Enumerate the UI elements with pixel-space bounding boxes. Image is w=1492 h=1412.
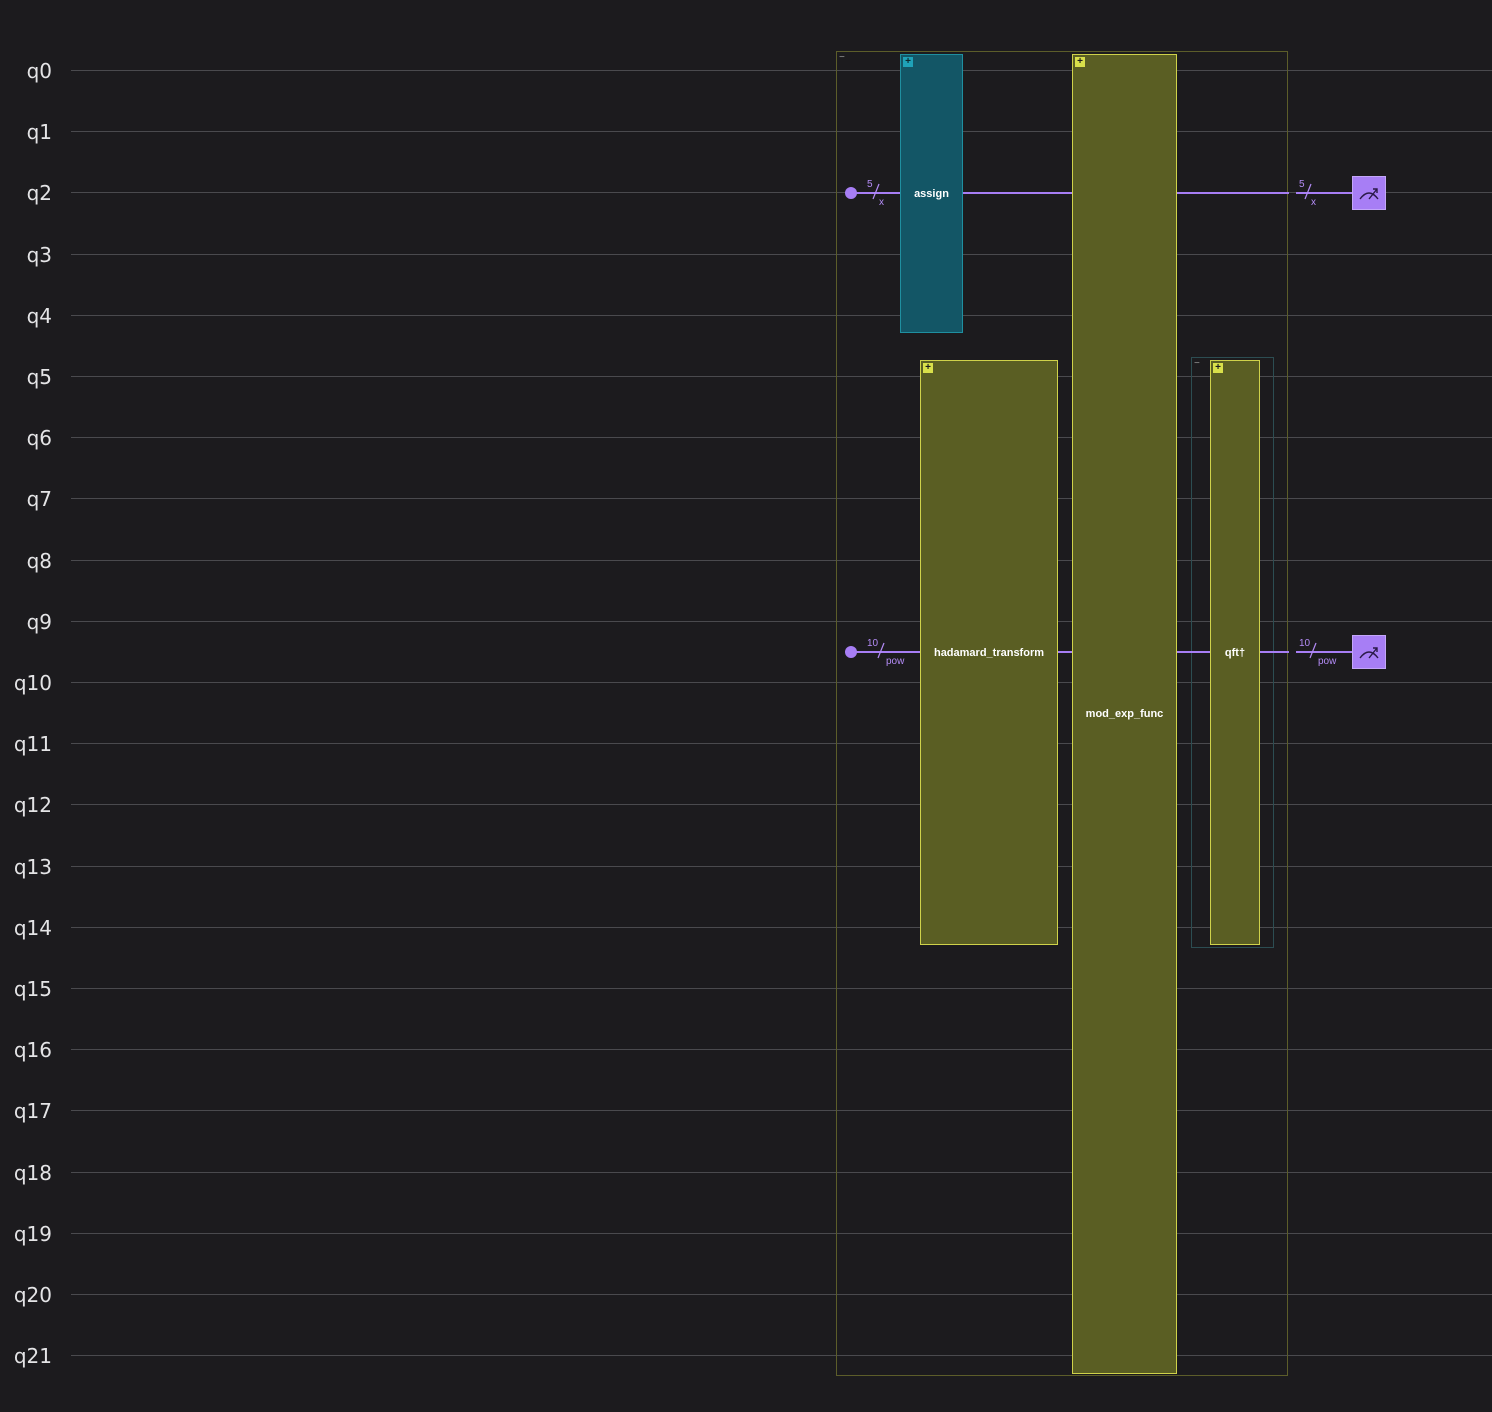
- register-width-pow-in: 10: [867, 638, 879, 649]
- gate-expand-button[interactable]: +: [903, 57, 913, 67]
- measure-gate-x[interactable]: [1352, 176, 1386, 210]
- measure-gate-pow[interactable]: [1352, 635, 1386, 669]
- measure-icon: [1359, 647, 1379, 659]
- gate-expand-button[interactable]: +: [1213, 363, 1223, 373]
- gate-assign[interactable]: + assign: [900, 54, 963, 333]
- gate-mod-exp-func[interactable]: + mod_exp_func: [1072, 54, 1177, 1374]
- bus-slash-pow-out: [1309, 642, 1317, 659]
- gate-label: hadamard_transform: [933, 647, 1045, 659]
- gate-qft-dagger[interactable]: + qft†: [1210, 360, 1260, 945]
- gate-label: qft†: [1224, 647, 1246, 659]
- register-width-pow-out: 10: [1299, 638, 1311, 649]
- bus-slash-marks: [872, 183, 1317, 659]
- register-name-pow-out: pow: [1318, 656, 1337, 667]
- measure-icon: [1359, 188, 1379, 200]
- register-name-x-out: x: [1311, 197, 1316, 208]
- register-width-x-out: 5: [1299, 179, 1305, 190]
- gate-label: mod_exp_func: [1085, 708, 1164, 720]
- register-name-pow-in: pow: [886, 656, 905, 667]
- gate-expand-button[interactable]: +: [1075, 57, 1085, 67]
- gate-hadamard-transform[interactable]: + hadamard_transform: [920, 360, 1058, 945]
- gate-label: assign: [914, 188, 949, 200]
- bus-slash-pow-in: [877, 642, 885, 659]
- register-name-x-in: x: [879, 197, 884, 208]
- circuit-canvas: q0 q1 q2 q3 q4 q5 q6 q7 q8 q9 q10 q11 q1…: [0, 0, 1492, 1412]
- gate-expand-button[interactable]: +: [923, 363, 933, 373]
- register-width-x-in: 5: [867, 179, 873, 190]
